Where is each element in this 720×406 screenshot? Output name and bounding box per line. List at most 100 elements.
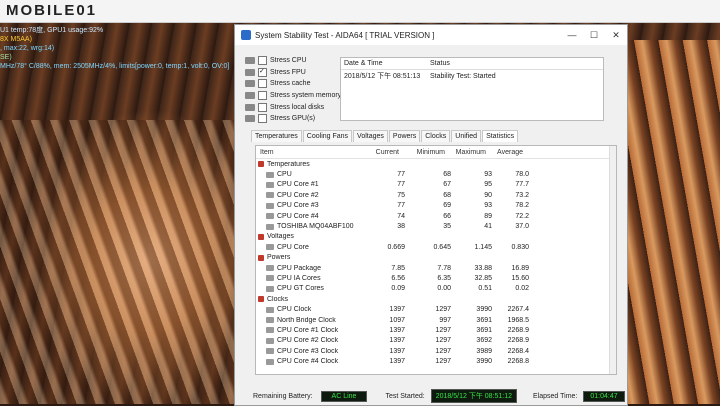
group-row[interactable]: Clocks xyxy=(256,294,616,304)
table-row[interactable]: CPU Clock 1397 1297 3990 2267.4 xyxy=(256,304,616,314)
status-text: Stability Test: Started xyxy=(430,72,496,80)
cell-average: 15.60 xyxy=(511,274,529,282)
cell-current: 74 xyxy=(397,212,405,220)
tab-unified[interactable]: Unified xyxy=(451,130,482,142)
tab-clocks[interactable]: Clocks xyxy=(421,130,451,142)
test-started-value: 2018/5/12 下午 08:51:12 xyxy=(430,389,518,403)
cell-maximum: 1.145 xyxy=(474,243,492,251)
table-row[interactable]: CPU Core #1 Clock 1397 1297 3691 2268.9 xyxy=(256,325,616,335)
group-row[interactable]: Voltages xyxy=(256,232,616,242)
group-row[interactable]: Temperatures xyxy=(256,159,616,169)
stress-checkbox[interactable] xyxy=(258,67,267,77)
statistics-table: Item Current Minimum Maximum Average Tem… xyxy=(255,145,617,375)
stress-option[interactable]: Stress cache xyxy=(245,78,345,90)
sensor-icon xyxy=(266,202,274,209)
table-row[interactable]: CPU Core #4 Clock 1397 1297 3990 2268.8 xyxy=(256,356,616,366)
header-current: Current xyxy=(375,148,399,156)
cell-maximum: 93 xyxy=(484,171,492,179)
cell-maximum: 93 xyxy=(484,202,492,210)
stress-label: Stress CPU xyxy=(270,57,307,65)
stress-checkbox[interactable] xyxy=(258,102,267,112)
stress-option[interactable]: Stress CPU xyxy=(245,55,345,67)
sensor-icon xyxy=(266,213,274,220)
scrollbar[interactable] xyxy=(609,146,616,374)
cell-average: 2268.9 xyxy=(507,337,529,345)
battery-label: Remaining Battery: xyxy=(253,392,313,400)
cell-current: 1097 xyxy=(389,316,405,324)
item-label: CPU Clock xyxy=(277,306,312,314)
cell-current: 1397 xyxy=(389,306,405,314)
osd-line: SE) xyxy=(0,54,12,61)
tab-temperatures[interactable]: Temperatures xyxy=(251,130,302,142)
cell-minimum: 35 xyxy=(443,223,451,231)
table-row[interactable]: North Bridge Clock 1097 997 3691 1968.5 xyxy=(256,315,616,325)
group-label: Powers xyxy=(267,254,291,262)
table-row[interactable]: TOSHIBA MQ04ABF100 38 35 41 37.0 xyxy=(256,221,616,231)
cell-current: 1397 xyxy=(389,337,405,345)
status-footer: Remaining Battery: AC Line Test Started:… xyxy=(235,387,627,405)
header-minimum: Minimum xyxy=(416,148,445,156)
window-title: System Stability Test - AIDA64 [ TRIAL V… xyxy=(255,30,435,40)
table-row[interactable]: CPU Package 7.85 7.78 33.88 16.89 xyxy=(256,263,616,273)
cell-average: 78.0 xyxy=(515,171,529,179)
item-label: CPU xyxy=(277,171,292,179)
tab-statistics[interactable]: Statistics xyxy=(482,130,519,142)
sensor-icon xyxy=(266,358,274,365)
cell-average: 37.0 xyxy=(515,223,529,231)
stress-option[interactable]: Stress system memory xyxy=(245,90,345,102)
stress-checkbox[interactable] xyxy=(258,91,267,101)
stress-checkbox[interactable] xyxy=(258,79,267,89)
table-row[interactable]: CPU 77 68 93 78.0 xyxy=(256,169,616,179)
header-maximum: Maximum xyxy=(455,148,486,156)
cell-maximum: 95 xyxy=(484,181,492,189)
minimize-button[interactable]: — xyxy=(561,30,583,40)
stress-option[interactable]: Stress local disks xyxy=(245,101,345,113)
cell-average: 0.830 xyxy=(511,243,529,251)
close-button[interactable]: ✕ xyxy=(605,30,627,41)
stress-label: Stress GPU(s) xyxy=(270,115,316,123)
cell-average: 16.89 xyxy=(511,264,529,272)
sensor-icon xyxy=(266,275,274,282)
stress-label: Stress local disks xyxy=(270,103,325,111)
cell-maximum: 3990 xyxy=(476,306,492,314)
watermark-logo: MOBILE01 xyxy=(6,2,98,19)
sensor-icon xyxy=(266,348,274,355)
tab-powers[interactable]: Powers xyxy=(388,130,421,142)
status-row[interactable]: 2018/5/12 下午 08:51:13 Stability Test: St… xyxy=(341,70,603,82)
tab-cooling-fans[interactable]: Cooling Fans xyxy=(302,130,353,142)
stress-checkbox[interactable] xyxy=(258,56,267,66)
table-row[interactable]: CPU Core #3 Clock 1397 1297 3989 2268.4 xyxy=(256,346,616,356)
group-label: Temperatures xyxy=(267,160,310,168)
table-row[interactable]: CPU Core #1 77 67 95 77.7 xyxy=(256,180,616,190)
status-table: Date & Time Status 2018/5/12 下午 08:51:13… xyxy=(340,57,604,121)
tab-voltages[interactable]: Voltages xyxy=(353,130,388,142)
header-average: Average xyxy=(497,148,523,156)
cell-current: 77 xyxy=(397,202,405,210)
osd-line: 8X M5AA) xyxy=(0,36,32,43)
title-bar[interactable]: System Stability Test - AIDA64 [ TRIAL V… xyxy=(235,25,627,45)
stress-checkbox[interactable] xyxy=(258,114,267,124)
elapsed-value: 01:04:47 xyxy=(583,390,625,402)
table-row[interactable]: CPU Core #4 74 66 89 72.2 xyxy=(256,211,616,221)
stress-option[interactable]: Stress FPU xyxy=(245,67,345,79)
header-item: Item xyxy=(260,148,274,156)
table-row[interactable]: CPU IA Cores 6.56 6.35 32.85 15.60 xyxy=(256,273,616,283)
cell-minimum: 68 xyxy=(443,171,451,179)
table-row[interactable]: CPU GT Cores 0.09 0.00 0.51 0.02 xyxy=(256,284,616,294)
table-row[interactable]: CPU Core #2 Clock 1397 1297 3692 2268.9 xyxy=(256,336,616,346)
table-row[interactable]: CPU Core #2 75 68 90 73.2 xyxy=(256,190,616,200)
cell-average: 78.2 xyxy=(515,202,529,210)
item-label: CPU Core #1 Clock xyxy=(277,326,339,334)
osd-line: U1 temp:78度, GPU1 usage:92% xyxy=(0,27,104,34)
group-row[interactable]: Powers xyxy=(256,253,616,263)
sensor-icon xyxy=(266,171,274,178)
cell-current: 6.56 xyxy=(391,274,405,282)
maximize-button[interactable]: ☐ xyxy=(583,30,605,41)
group-label: Clocks xyxy=(267,295,289,303)
table-row[interactable]: CPU Core 0.669 0.645 1.145 0.830 xyxy=(256,242,616,252)
cell-minimum: 1297 xyxy=(435,326,451,334)
stress-option[interactable]: Stress GPU(s) xyxy=(245,113,345,125)
sensor-icon xyxy=(266,306,274,313)
wallpaper-left xyxy=(0,120,240,404)
table-row[interactable]: CPU Core #3 77 69 93 78.2 xyxy=(256,201,616,211)
